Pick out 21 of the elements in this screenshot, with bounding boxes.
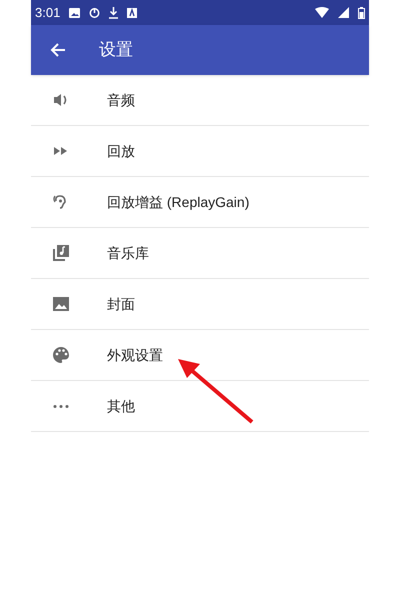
back-icon[interactable]: [50, 42, 66, 58]
wifi-icon: [315, 7, 329, 18]
music-library-icon: [52, 244, 70, 262]
settings-item[interactable]: 回放增益 (ReplayGain): [107, 192, 250, 212]
screen-title: 设置: [99, 39, 133, 62]
more-icon: [52, 404, 70, 408]
settings-item[interactable]: 外观设置: [107, 344, 163, 366]
settings-item[interactable]: 封面: [107, 294, 135, 314]
image-icon: [69, 8, 80, 18]
download-icon: [109, 6, 118, 18]
signal-icon: [338, 7, 349, 18]
battery-icon: [358, 6, 365, 18]
settings-item[interactable]: 其他: [107, 396, 135, 416]
palette-icon: [52, 346, 70, 364]
settings-item[interactable]: 音频: [107, 90, 135, 110]
settings-item[interactable]: 音乐库: [107, 242, 149, 264]
timer-icon: [89, 7, 100, 18]
clock: 3:01: [35, 4, 60, 22]
letter-tile-icon: [127, 8, 138, 18]
settings-item[interactable]: 回放: [107, 140, 135, 162]
image-icon: [52, 295, 70, 313]
